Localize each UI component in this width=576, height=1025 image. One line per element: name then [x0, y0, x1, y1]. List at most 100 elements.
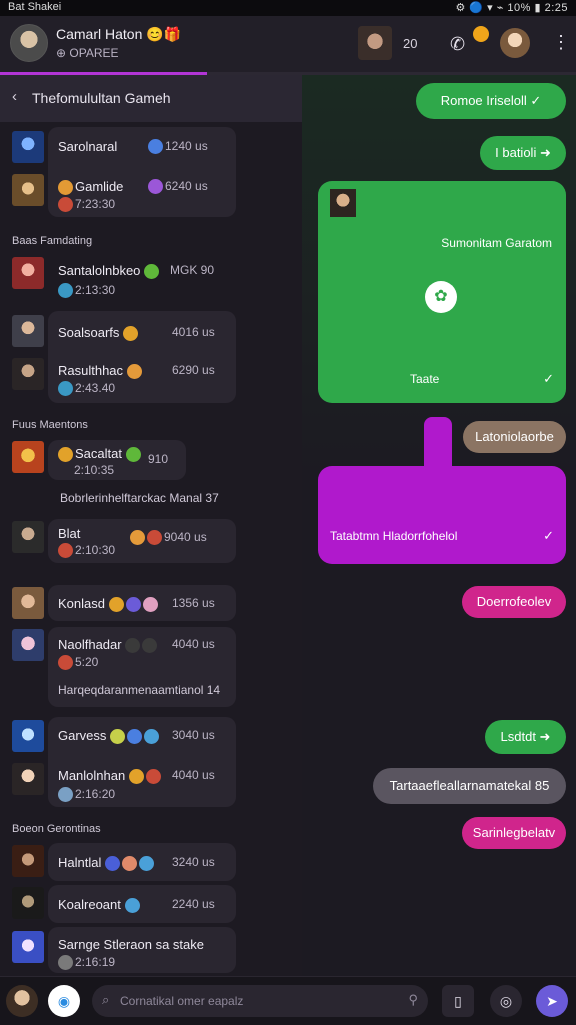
message-bubble[interactable]: Sarinlegbelatv [462, 817, 566, 849]
avatar[interactable] [12, 931, 44, 963]
avatar[interactable] [12, 587, 44, 619]
status-dot-icon [148, 179, 163, 195]
status-dot-icon [148, 139, 163, 155]
conversation-subtitle: ⊕ OPAREE [56, 46, 119, 60]
list-item-name-text: Koalreoant [58, 897, 121, 912]
list-item-name: Santalolnbkeo [58, 263, 161, 280]
emoji-icon [126, 364, 142, 380]
avatar[interactable] [12, 257, 44, 289]
list-item-time-text: 2:13:30 [75, 283, 116, 297]
emoji-icon [138, 856, 154, 872]
list-item-meta: 4040 us [172, 768, 215, 782]
message-note: Bobrlerinhelftarckac Manal 37 [60, 491, 219, 505]
avatar[interactable] [12, 720, 44, 752]
list-item-meta: 910 [148, 452, 169, 466]
chevron-left-icon[interactable]: ‹ [12, 88, 17, 105]
status-dot-icon [58, 197, 73, 213]
list-item-name-text: Naolfhadar [58, 637, 122, 652]
notification-badge [473, 26, 489, 42]
section-header: Fuus Maentons [12, 419, 88, 431]
message-bubble[interactable]: Latoniolaorbe [463, 421, 566, 453]
list-item-name: Sarolnaral [58, 139, 118, 154]
emoji-icon [58, 180, 73, 196]
list-item-meta: 4016 us [172, 325, 215, 339]
media-caption: Sumonitam Garatom [441, 236, 552, 250]
avatar[interactable] [12, 521, 44, 553]
call-avatar[interactable] [500, 28, 530, 58]
list-item-time: 2:16:20 [58, 787, 115, 803]
emoji-icon [127, 729, 143, 745]
status-dot-icon [58, 283, 73, 299]
back-bar[interactable]: ‹ Thefomulultan Gameh [0, 75, 302, 122]
more-vertical-icon[interactable]: ⋮ [552, 32, 570, 53]
peer-avatar[interactable] [358, 26, 392, 60]
location-icon[interactable]: ⚲ [408, 992, 418, 1008]
list-item-time-text: 2:10:30 [75, 543, 116, 557]
message-bubble[interactable]: Tatabtmn Hladorrfohelol ✓ [318, 466, 566, 564]
list-item-name-text: Gamlide [75, 179, 124, 194]
emoji-icon [145, 769, 161, 785]
avatar[interactable] [12, 315, 44, 347]
avatar[interactable] [12, 358, 44, 390]
check-icon: ✓ [543, 371, 554, 386]
list-item-meta: MGK 90 [170, 263, 215, 277]
emoji-icon [144, 729, 160, 745]
list-item-name: Halntlal [58, 855, 156, 872]
emoji-icon [58, 447, 73, 463]
list-item-time: 7:23:30 [58, 197, 115, 213]
avatar[interactable] [12, 441, 44, 473]
composer-bar: ◉ ⌕ Cornatikal omer eapalz ⚲ ▯ ◎ ➤ [0, 976, 576, 1025]
list-item-time-text: 2:43.40 [75, 381, 116, 395]
emoji-icon [124, 898, 140, 914]
list-item-name-text: Halntlal [58, 855, 102, 870]
status-dot-icon [58, 543, 73, 559]
list-item-name: Naolfhadar [58, 637, 159, 654]
conversation-title: Camarl Haton 😊🎁 [56, 26, 182, 42]
list-item-meta: 6240 us [148, 179, 208, 195]
list-item-meta: 6290 us [172, 363, 215, 377]
avatar[interactable] [12, 763, 44, 795]
status-dot-icon [58, 655, 73, 671]
avatar[interactable] [12, 629, 44, 661]
list-item-name-text: Sarnge Stleraon sa stake [58, 937, 204, 952]
list-item-meta: 2240 us [172, 897, 215, 911]
list-item-time: 2:16:19 [58, 955, 115, 971]
emoji-icon [142, 638, 158, 654]
message-input[interactable]: ⌕ Cornatikal omer eapalz ⚲ [92, 985, 428, 1017]
section-header: Boeon Gerontinas [12, 823, 101, 835]
list-item-meta: 3240 us [172, 855, 215, 869]
list-item-meta-text: 9040 us [164, 530, 207, 544]
list-item-name: Blat [58, 526, 81, 541]
list-item-name: Garvess [58, 728, 161, 745]
avatar[interactable] [12, 174, 44, 206]
list-item-name: Sacaltat [58, 446, 143, 463]
avatar[interactable] [10, 24, 48, 62]
avatar[interactable] [12, 887, 44, 919]
avatar[interactable] [6, 985, 38, 1017]
camera-icon[interactable]: ◎ [490, 985, 522, 1017]
message-bubble[interactable]: Tartaaefleallarnamatekal 85 [373, 768, 566, 804]
status-dot-icon [58, 381, 73, 397]
list-item-name: Sarnge Stleraon sa stake [58, 937, 204, 952]
message-bubble[interactable]: Lsdtdt ➜ [485, 720, 566, 754]
media-message-bubble[interactable]: Sumonitam Garatom ✿ Taate ✓ [318, 181, 566, 403]
emoji-icon [110, 729, 126, 745]
avatar[interactable] [12, 131, 44, 163]
message-bubble[interactable]: Doerrofeolev [462, 586, 566, 618]
message-bubble[interactable]: I batioli ➜ [480, 136, 566, 170]
list-item-meta: 3040 us [172, 728, 215, 742]
play-icon[interactable]: ✿ [425, 281, 457, 313]
avatar[interactable] [12, 845, 44, 877]
list-item-meta: 1240 us [148, 139, 208, 155]
phone-icon[interactable]: ✆ [450, 34, 465, 55]
list-item-name: Gamlide [58, 179, 124, 196]
status-bar-right: ⚙ 🔵 ▾ ⌁ 10% ▮ 2:25 [455, 2, 568, 14]
message-bubble[interactable]: Romoe Iriseloll ✓ [416, 83, 566, 119]
emoji-icon [128, 769, 144, 785]
list-item-meta-text: 6240 us [165, 179, 208, 193]
send-icon[interactable]: ➤ [536, 985, 568, 1017]
sticker-icon[interactable]: ▯ [442, 985, 474, 1017]
emoji-icon [121, 856, 137, 872]
list-item-name: Koalreoant [58, 897, 142, 914]
attachment-icon[interactable]: ◉ [48, 985, 80, 1017]
